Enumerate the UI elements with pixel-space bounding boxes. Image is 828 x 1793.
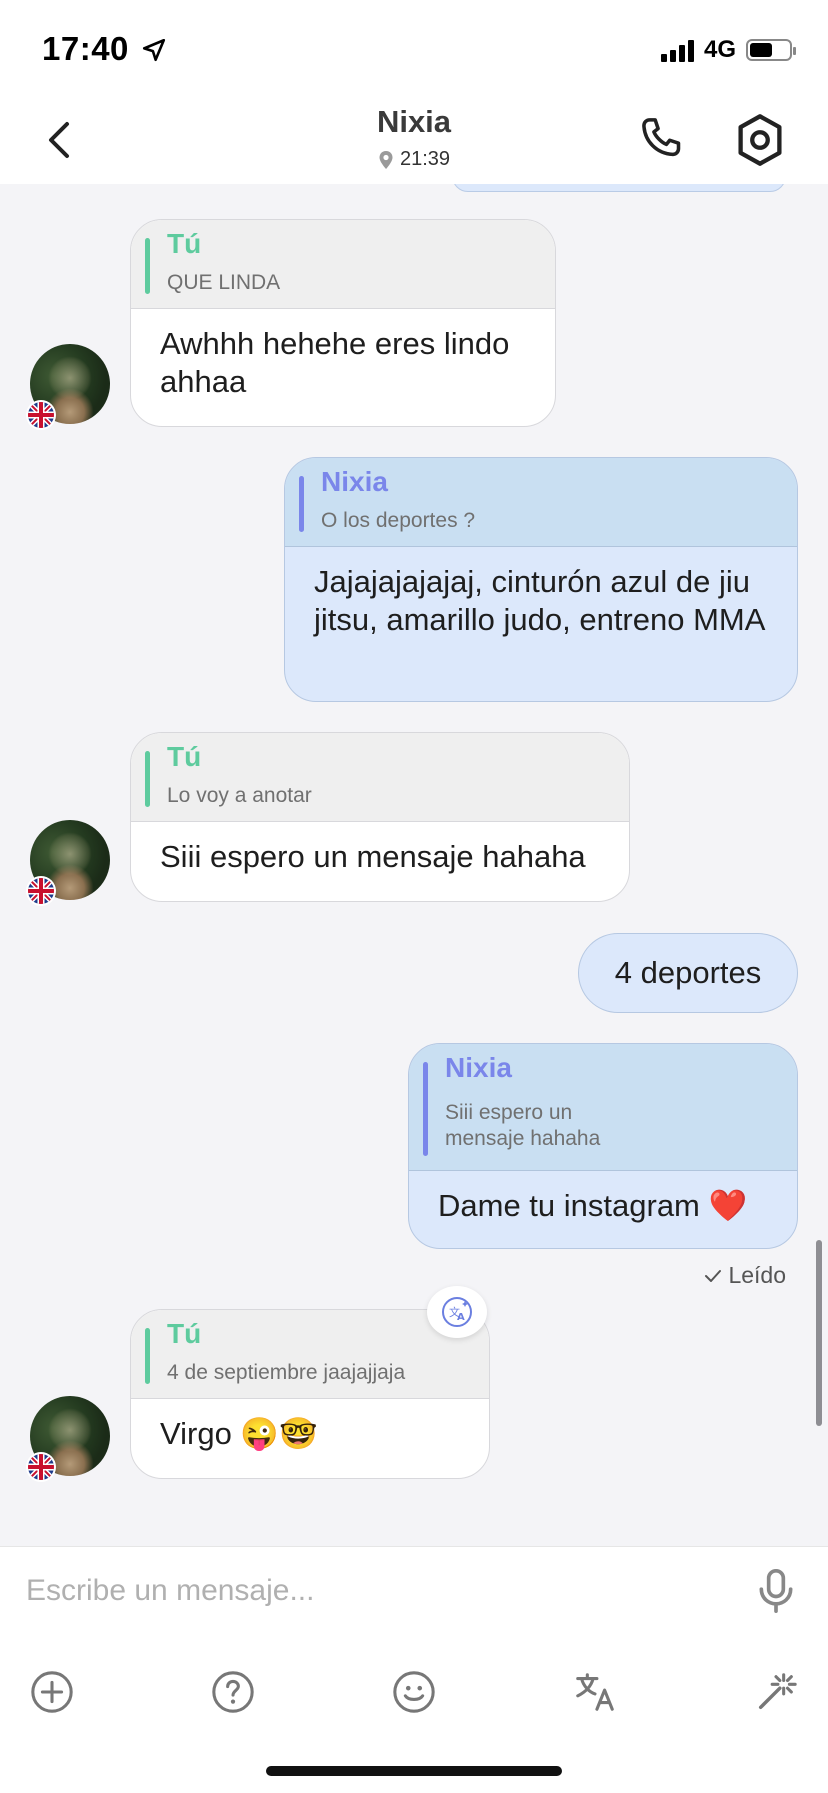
uk-flag-icon [28, 402, 54, 428]
message-text: 4 deportes [614, 955, 762, 990]
received-message[interactable]: Tú 4 de septiembre jaajajjaja Virgo 😜🤓 [130, 1309, 490, 1479]
home-indicator [266, 1766, 562, 1776]
local-time-text: 21:39 [399, 148, 451, 170]
quote-text: 4 de septiembre jaajajjaja [167, 1361, 406, 1384]
status-bar: 17:40 4G [0, 0, 828, 96]
status-indicators: 4G [660, 36, 796, 64]
plus-circle-icon [31, 1671, 73, 1713]
network-type: 4G [703, 36, 736, 63]
smiley-icon [393, 1671, 435, 1713]
quote-author: Tú [167, 228, 202, 259]
message-composer [0, 1546, 828, 1793]
read-receipt-text: Leído [728, 1262, 786, 1288]
reply-quote[interactable]: Nixia Siii espero un mensaje hahaha [409, 1044, 797, 1171]
quote-text: QUE LINDA [167, 271, 281, 294]
quote-author: Nixia [321, 466, 388, 497]
message-text: Awhhh hehehe eres lindo ahhaa [160, 326, 510, 399]
message-list[interactable]: Tú QUE LINDA Awhhh hehehe eres lindo ahh… [0, 184, 828, 1546]
translate-message-button[interactable]: 文A [427, 1286, 487, 1338]
uk-flag-icon [28, 878, 54, 904]
reply-quote[interactable]: Tú QUE LINDA [131, 220, 555, 309]
uk-flag-icon [28, 1454, 54, 1480]
settings-hexagon-icon[interactable] [734, 112, 786, 168]
quote-author: Tú [167, 741, 202, 772]
phone-icon[interactable] [636, 114, 686, 164]
previous-message-edge [452, 184, 786, 192]
magic-wand-icon [758, 1673, 797, 1710]
received-message[interactable]: Tú QUE LINDA Awhhh hehehe eres lindo ahh… [130, 219, 556, 427]
message-text: Siii espero un mensaje hahaha [160, 839, 586, 874]
translate-icon [576, 1673, 614, 1711]
contact-local-time: 21:39 [378, 148, 450, 171]
magic-button[interactable] [751, 1667, 801, 1717]
sent-message[interactable]: Nixia O los deportes ? Jajajajajajaj, ci… [284, 457, 798, 702]
sent-message[interactable]: Nixia Siii espero un mensaje hahaha Dame… [408, 1043, 798, 1249]
quote-bar [145, 1328, 150, 1384]
quote-text: Lo voy a anotar [167, 784, 312, 807]
read-receipt: Leído [704, 1262, 786, 1289]
quote-text: O los deportes ? [321, 509, 476, 532]
reply-quote[interactable]: Nixia O los deportes ? [285, 458, 797, 547]
reply-quote[interactable]: Tú Lo voy a anotar [131, 733, 629, 822]
sent-message[interactable]: 4 deportes [578, 933, 798, 1013]
location-pin-icon [379, 150, 393, 169]
add-attachment-button[interactable] [27, 1667, 77, 1717]
translate-sparkle-icon: 文A [442, 1297, 472, 1327]
location-arrow-icon [142, 38, 165, 62]
composer-toolbar [0, 1667, 828, 1727]
title-block[interactable]: Nixia 21:39 [0, 104, 828, 175]
chat-header: Nixia 21:39 [0, 96, 828, 184]
contact-name: Nixia [376, 104, 452, 139]
scrollbar[interactable] [816, 1240, 822, 1426]
quote-bar [299, 476, 304, 532]
quote-bar [423, 1062, 428, 1156]
quote-author: Tú [167, 1318, 202, 1349]
status-time: 17:40 [42, 30, 167, 68]
translate-button[interactable] [570, 1667, 620, 1717]
quote-author: Nixia [445, 1052, 512, 1083]
received-message[interactable]: Tú Lo voy a anotar Siii espero un mensaj… [130, 732, 630, 902]
message-text: Jajajajajajaj, cinturón azul de jiu jits… [314, 564, 766, 637]
message-input[interactable] [24, 1547, 728, 1635]
emoji-button[interactable] [389, 1667, 439, 1717]
quote-bar [145, 238, 150, 294]
clock-text: 17:40 [42, 30, 129, 67]
microphone-icon[interactable] [754, 1567, 798, 1615]
question-button[interactable] [208, 1667, 258, 1717]
quote-bar [145, 751, 150, 807]
checkmark-icon [705, 1269, 722, 1282]
message-text: Dame tu instagram ❤️ [438, 1188, 748, 1223]
quote-text: Siii espero un mensaje hahaha [445, 1101, 601, 1151]
cellular-signal-icon [660, 38, 694, 62]
question-circle-icon [212, 1671, 254, 1713]
battery-icon [746, 39, 796, 61]
svg-text:A: A [457, 1312, 465, 1323]
message-text: Virgo 😜🤓 [160, 1416, 318, 1451]
